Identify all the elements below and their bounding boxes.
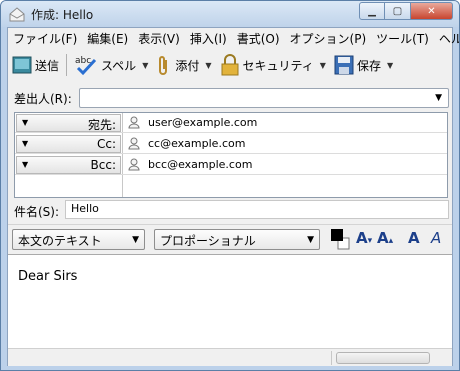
italic-icon[interactable]: A: [431, 229, 441, 250]
close-button[interactable]: ✕: [411, 2, 453, 20]
from-row: 差出人(R): ▼: [8, 86, 452, 110]
subject-label: 件名(S):: [14, 205, 60, 219]
contact-icon: [128, 158, 140, 171]
recipients-list: ▼ 宛先: user@example.com ▼ Cc: cc@example.…: [14, 112, 448, 198]
recipient-row: ▼ Cc: cc@example.com: [15, 134, 447, 154]
menu-tools[interactable]: ツール(T): [371, 30, 434, 47]
window-controls: ▁ ▢ ✕: [359, 2, 453, 20]
contact-icon: [128, 137, 140, 150]
contact-icon: [128, 116, 140, 129]
paragraph-format-select[interactable]: 本文のテキスト ▼: [12, 229, 145, 250]
progress-bar: [336, 352, 430, 364]
paperclip-icon: [159, 56, 168, 75]
menu-help[interactable]: ヘルプ(H): [434, 30, 459, 47]
subject-row: 件名(S): Hello: [8, 199, 452, 221]
subject-input[interactable]: Hello: [65, 200, 449, 219]
attach-dropdown-icon[interactable]: ▼: [205, 61, 211, 70]
message-body-text: Dear Sirs: [18, 269, 78, 284]
save-dropdown-icon[interactable]: ▼: [387, 61, 393, 70]
send-icon: [12, 56, 32, 74]
menu-insert[interactable]: 挿入(I): [185, 30, 232, 47]
send-button[interactable]: 送信: [8, 51, 63, 79]
message-body-editor[interactable]: Dear Sirs: [8, 254, 452, 348]
security-button[interactable]: セキュリティ ▼: [216, 51, 330, 79]
increase-font-size-icon[interactable]: A▴: [377, 229, 393, 250]
spell-label: スペル: [101, 58, 137, 73]
recipient-type-select[interactable]: ▼ Bcc:: [16, 156, 121, 174]
recipient-type-select[interactable]: ▼ 宛先:: [16, 114, 121, 132]
format-toolbar: 本文のテキスト ▼ プロポーショナル ▼ A▾ A▴ A A: [8, 224, 452, 252]
bold-icon[interactable]: A: [408, 229, 420, 250]
text-color-icon[interactable]: [330, 228, 350, 250]
security-dropdown-icon[interactable]: ▼: [320, 61, 326, 70]
compose-app-icon: [9, 7, 25, 22]
compose-toolbar: 送信 abc スペル ▼ 添付 ▼ セキュリティ ▼ 保存 ▼: [8, 50, 452, 80]
chevron-down-icon: ▼: [22, 118, 29, 127]
svg-text:abc: abc: [75, 56, 91, 66]
menu-view[interactable]: 表示(V): [133, 30, 185, 47]
send-label: 送信: [35, 58, 60, 73]
status-divider: [331, 351, 332, 365]
minimize-button[interactable]: ▁: [359, 2, 385, 20]
menu-format[interactable]: 書式(O): [232, 30, 285, 47]
decrease-font-size-icon[interactable]: A▾: [356, 229, 372, 250]
save-button[interactable]: 保存 ▼: [330, 51, 397, 79]
attach-label: 添付: [175, 58, 200, 73]
status-bar: [8, 348, 452, 366]
menu-file[interactable]: ファイル(F): [8, 30, 82, 47]
chevron-down-icon: ▼: [307, 235, 314, 245]
attach-button[interactable]: 添付 ▼: [152, 51, 215, 79]
floppy-disk-icon: [334, 55, 354, 75]
font-value: プロポーショナル: [160, 234, 256, 248]
spell-dropdown-icon[interactable]: ▼: [142, 61, 148, 70]
menu-bar: ファイル(F) 編集(E) 表示(V) 挿入(I) 書式(O) オプション(P)…: [8, 28, 459, 48]
security-label: セキュリティ: [242, 58, 314, 73]
lock-icon: [221, 54, 239, 76]
compose-client: ファイル(F) 編集(E) 表示(V) 挿入(I) 書式(O) オプション(P)…: [7, 27, 459, 366]
recipient-row: ▼ Bcc: bcc@example.com: [15, 155, 447, 175]
paragraph-format-value: 本文のテキスト: [18, 234, 102, 248]
recipient-type-select[interactable]: ▼ Cc:: [16, 135, 121, 153]
chevron-down-icon: ▼: [435, 93, 442, 103]
spell-button[interactable]: abc スペル ▼: [70, 51, 152, 79]
recipient-row-empty[interactable]: [15, 176, 447, 196]
save-label: 保存: [356, 58, 381, 73]
from-account-select[interactable]: ▼: [79, 88, 449, 108]
window-title: 作成: Hello: [31, 8, 94, 22]
spellcheck-icon: abc: [75, 56, 97, 76]
from-label: 差出人(R):: [14, 92, 72, 106]
chevron-down-icon: ▼: [22, 160, 29, 169]
recipient-address[interactable]: cc@example.com: [148, 137, 245, 150]
toolbar-separator: [66, 54, 68, 76]
chevron-down-icon: ▼: [132, 235, 139, 245]
recipient-type-label: Cc:: [96, 137, 116, 151]
recipient-row: ▼ 宛先: user@example.com: [15, 113, 447, 133]
compose-window: 作成: Hello ▁ ▢ ✕ ファイル(F) 編集(E) 表示(V) 挿入(I…: [0, 0, 460, 371]
menu-options[interactable]: オプション(P): [285, 30, 372, 47]
recipient-address[interactable]: user@example.com: [148, 116, 257, 129]
recipient-type-label: Bcc:: [90, 158, 116, 172]
recipient-address[interactable]: bcc@example.com: [148, 158, 252, 171]
menu-edit[interactable]: 編集(E): [82, 30, 133, 47]
chevron-down-icon: ▼: [22, 139, 29, 148]
maximize-button[interactable]: ▢: [385, 2, 411, 20]
title-bar: 作成: Hello ▁ ▢ ✕: [1, 1, 459, 27]
font-select[interactable]: プロポーショナル ▼: [154, 229, 320, 250]
recipient-type-label: 宛先:: [87, 118, 116, 132]
